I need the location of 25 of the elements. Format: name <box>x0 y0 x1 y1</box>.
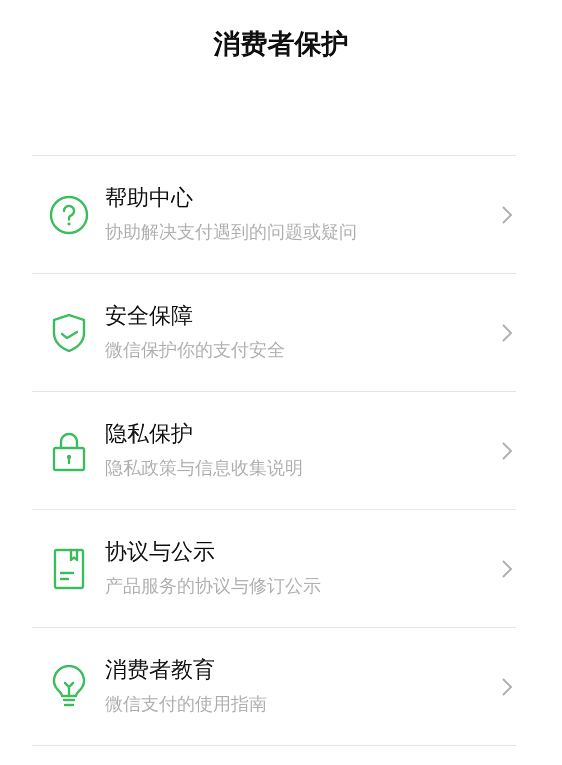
item-title: 帮助中心 <box>105 184 194 212</box>
help-icon <box>48 194 88 234</box>
document-icon <box>52 548 84 590</box>
menu-item[interactable]: 安全保障 微信保护你的支付安全 <box>32 274 516 392</box>
chevron-icon <box>501 676 513 696</box>
item-subtitle: 微信保护你的支付安全 <box>105 338 286 362</box>
item-subtitle: 协助解决支付遇到的问题或疑问 <box>105 220 358 244</box>
item-subtitle: 微信支付的使用指南 <box>105 692 268 716</box>
menu-item[interactable]: 帮助中心 协助解决支付遇到的问题或疑问 <box>32 156 516 274</box>
item-title: 协议与公示 <box>105 538 216 566</box>
item-title: 隐私保护 <box>105 420 194 448</box>
item-title: 消费者教育 <box>105 656 216 684</box>
chevron-icon <box>501 440 513 460</box>
shield-check-icon <box>50 312 86 352</box>
item-title: 安全保障 <box>105 302 194 330</box>
chevron-icon <box>501 204 513 224</box>
menu-item[interactable]: 消费者教育 微信支付的使用指南 <box>32 628 516 746</box>
item-subtitle: 隐私政策与信息收集说明 <box>105 456 304 480</box>
menu-item[interactable]: 隐私保护 隐私政策与信息收集说明 <box>32 392 516 510</box>
page-title: 消费者保护 <box>214 28 348 62</box>
lightbulb-icon <box>50 664 86 708</box>
chevron-icon <box>501 322 513 342</box>
chevron-icon <box>501 558 513 578</box>
item-subtitle: 产品服务的协议与修订公示 <box>105 574 322 598</box>
menu-item[interactable]: 协议与公示 产品服务的协议与修订公示 <box>32 510 516 628</box>
